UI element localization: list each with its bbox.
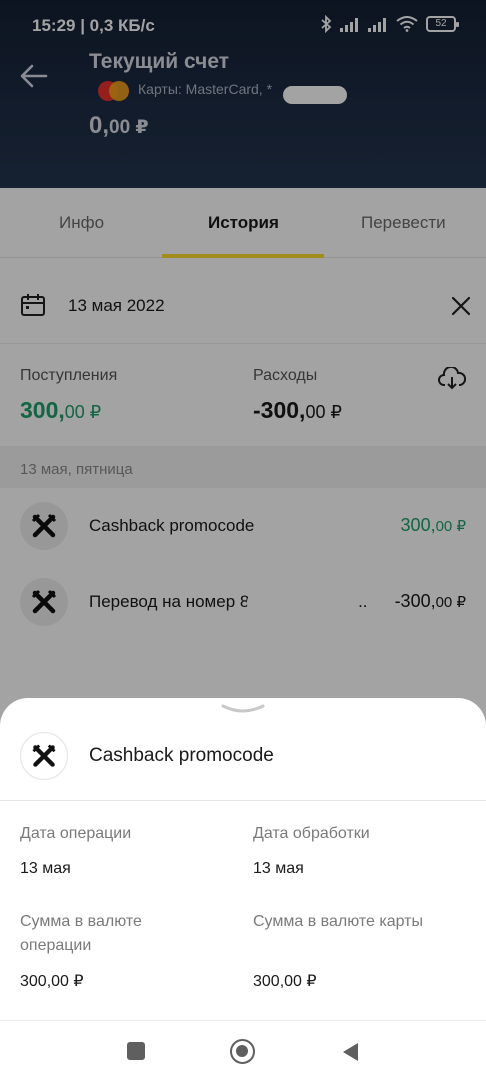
sheet-handle-icon[interactable] xyxy=(219,703,267,715)
processing-date-value: 13 мая xyxy=(253,860,304,877)
card-amount-value: 300,00 ₽ xyxy=(253,973,317,990)
card-amount-label: Сумма в валюте карты xyxy=(253,913,423,930)
system-nav-bar xyxy=(0,1022,486,1080)
back-triangle-icon[interactable] xyxy=(340,1041,360,1063)
sheet-title: Cashback promocode xyxy=(89,745,274,766)
recent-apps-icon[interactable] xyxy=(127,1042,145,1060)
operation-date-label: Дата операции xyxy=(20,825,132,842)
operation-amount-label: Сумма в валюте операции xyxy=(20,913,142,954)
home-icon[interactable] xyxy=(230,1039,255,1064)
divider xyxy=(0,800,486,801)
bank-logo-icon xyxy=(20,732,68,780)
operation-date-value: 13 мая xyxy=(20,860,71,877)
operation-amount-value: 300,00 ₽ xyxy=(20,973,84,990)
processing-date-label: Дата обработки xyxy=(253,825,370,842)
divider xyxy=(0,1020,486,1021)
